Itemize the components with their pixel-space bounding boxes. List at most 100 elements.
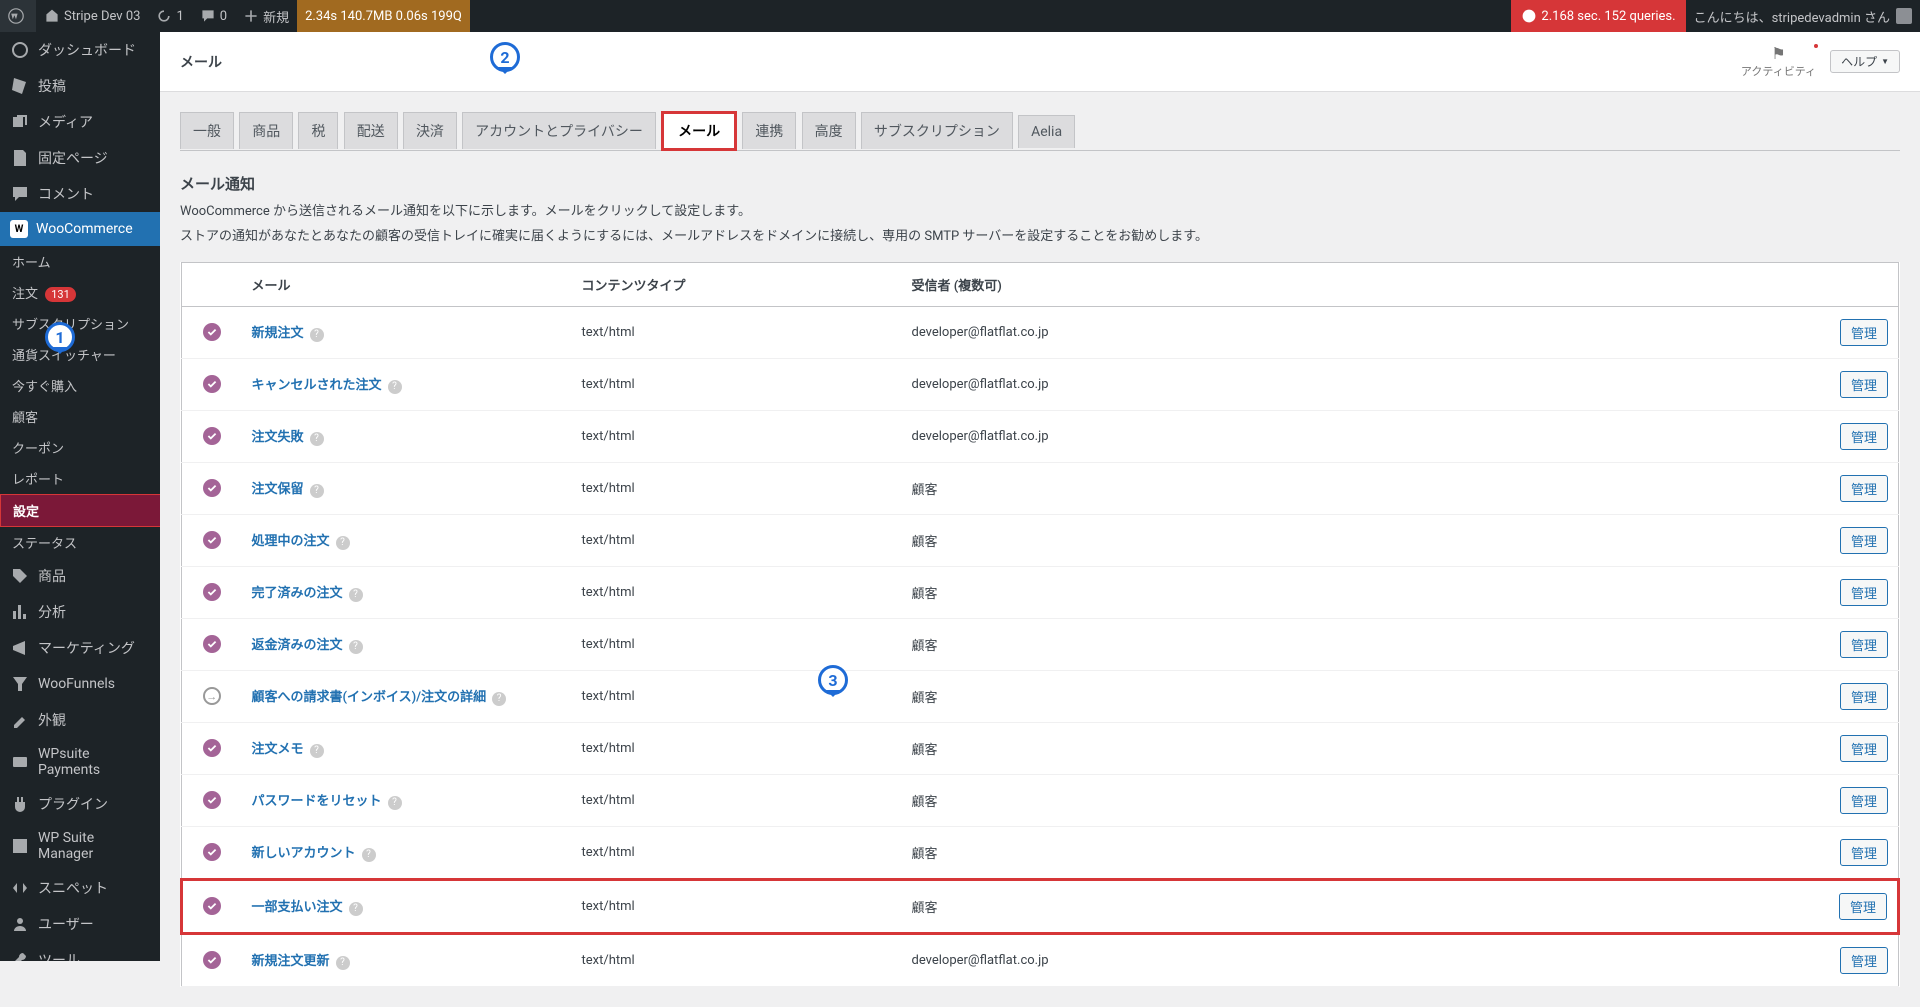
help-tooltip-icon[interactable]: ? — [310, 328, 324, 342]
nav-products[interactable]: 商品 — [0, 558, 160, 594]
account-greeting[interactable]: こんにちは、stripedevadmin さん — [1686, 0, 1920, 32]
nav-tools[interactable]: ツール — [0, 942, 160, 961]
site-name[interactable]: Stripe Dev 03 — [36, 0, 148, 32]
tab-tax[interactable]: 税 — [298, 112, 338, 149]
manage-button[interactable]: 管理 — [1839, 893, 1887, 920]
tab-subscriptions[interactable]: サブスクリプション — [861, 112, 1013, 149]
help-tooltip-icon[interactable]: ? — [388, 796, 402, 810]
nav-wpsuite-payments[interactable]: WPsuite Payments — [0, 738, 160, 786]
email-name-link[interactable]: 注文メモ — [252, 742, 304, 757]
nav-comments[interactable]: コメント — [0, 176, 160, 212]
sub-home[interactable]: ホーム — [0, 246, 160, 277]
email-name-link[interactable]: 返金済みの注文 — [252, 638, 343, 653]
manage-button[interactable]: 管理 — [1840, 735, 1888, 762]
wp-logo[interactable] — [0, 0, 36, 32]
activity-panel[interactable]: ⚑ アクティビティ — [1741, 44, 1816, 79]
query-monitor[interactable]: 2.168 sec. 152 queries. — [1511, 0, 1685, 32]
sub-status[interactable]: ステータス — [0, 527, 160, 558]
tab-products[interactable]: 商品 — [239, 112, 293, 149]
flag-icon: ⚑ — [1741, 44, 1816, 63]
email-name-link[interactable]: 注文保留 — [252, 482, 304, 497]
content-type: text/html — [572, 774, 902, 826]
sub-coupons[interactable]: クーポン — [0, 432, 160, 463]
manage-button[interactable]: 管理 — [1840, 839, 1888, 866]
tab-integration[interactable]: 連携 — [742, 112, 796, 149]
orders-count-badge: 131 — [45, 287, 76, 302]
nav-posts[interactable]: 投稿 — [0, 68, 160, 104]
table-row: パスワードをリセット?text/html顧客管理 — [182, 774, 1899, 826]
email-name-link[interactable]: 注文失敗 — [252, 430, 304, 445]
status-enabled-icon — [203, 583, 221, 601]
help-tooltip-icon[interactable]: ? — [388, 380, 402, 394]
section-desc1: WooCommerce から送信されるメール通知を以下に示します。メールをクリッ… — [180, 202, 1900, 223]
nav-marketing[interactable]: マーケティング — [0, 630, 160, 666]
email-name-link[interactable]: 一部支払い注文 — [252, 900, 343, 915]
sub-subscriptions[interactable]: サブスクリプション — [0, 308, 160, 339]
help-tooltip-icon[interactable]: ? — [349, 902, 363, 916]
tab-emails[interactable]: メール — [661, 111, 737, 151]
tab-payments[interactable]: 決済 — [403, 112, 457, 149]
email-name-link[interactable]: 顧客への請求書(インボイス)/注文の詳細 — [252, 690, 487, 705]
comments[interactable]: 0 — [192, 0, 235, 32]
help-button[interactable]: ヘルプ — [1830, 50, 1900, 73]
manage-button[interactable]: 管理 — [1840, 683, 1888, 710]
status-enabled-icon — [203, 479, 221, 497]
email-name-link[interactable]: 完了済みの注文 — [252, 586, 343, 601]
manage-button[interactable]: 管理 — [1840, 947, 1888, 974]
content-type: text/html — [572, 826, 902, 879]
help-tooltip-icon[interactable]: ? — [336, 956, 350, 970]
nav-media[interactable]: メディア — [0, 104, 160, 140]
help-tooltip-icon[interactable]: ? — [349, 640, 363, 654]
manage-button[interactable]: 管理 — [1840, 579, 1888, 606]
help-tooltip-icon[interactable]: ? — [362, 848, 376, 862]
tab-shipping[interactable]: 配送 — [344, 112, 398, 149]
settings-tabs: 一般 商品 税 配送 決済 アカウントとプライバシー メール 連携 高度 サブス… — [180, 102, 1900, 151]
nav-woofunnels[interactable]: WooFunnels — [0, 666, 160, 702]
th-status — [182, 262, 242, 306]
status-manual-icon: → — [203, 687, 221, 705]
tab-accounts[interactable]: アカウントとプライバシー — [462, 112, 656, 149]
nav-woocommerce[interactable]: WWooCommerce — [0, 212, 160, 246]
nav-users[interactable]: ユーザー — [0, 906, 160, 942]
manage-button[interactable]: 管理 — [1840, 475, 1888, 502]
tab-aelia[interactable]: Aelia — [1018, 115, 1075, 148]
status-enabled-icon — [203, 531, 221, 549]
manage-button[interactable]: 管理 — [1840, 787, 1888, 814]
manage-button[interactable]: 管理 — [1840, 527, 1888, 554]
nav-dashboard[interactable]: ダッシュボード — [0, 32, 160, 68]
manage-button[interactable]: 管理 — [1840, 631, 1888, 658]
email-name-link[interactable]: 新規注文 — [252, 326, 304, 341]
nav-snippets[interactable]: スニペット — [0, 870, 160, 906]
nav-pages[interactable]: 固定ページ — [0, 140, 160, 176]
email-name-link[interactable]: キャンセルされた注文 — [252, 378, 382, 393]
sub-currency[interactable]: 通貨スイッチャー — [0, 339, 160, 370]
help-tooltip-icon[interactable]: ? — [492, 692, 506, 706]
help-tooltip-icon[interactable]: ? — [310, 432, 324, 446]
sub-buynow[interactable]: 今すぐ購入 — [0, 370, 160, 401]
sub-settings[interactable]: 設定 — [0, 494, 160, 527]
email-name-link[interactable]: 新規注文更新 — [252, 954, 330, 969]
tab-advanced[interactable]: 高度 — [802, 112, 856, 149]
manage-button[interactable]: 管理 — [1840, 371, 1888, 398]
email-name-link[interactable]: 処理中の注文 — [252, 534, 330, 549]
nav-wp-suite-manager[interactable]: WP Suite Manager — [0, 822, 160, 870]
perf-stats[interactable]: 2.34s 140.7MB 0.06s 199Q — [297, 0, 470, 32]
sub-customers[interactable]: 顧客 — [0, 401, 160, 432]
help-tooltip-icon[interactable]: ? — [310, 744, 324, 758]
help-tooltip-icon[interactable]: ? — [349, 588, 363, 602]
status-enabled-icon — [203, 791, 221, 809]
updates[interactable]: 1 — [148, 0, 191, 32]
help-tooltip-icon[interactable]: ? — [310, 484, 324, 498]
manage-button[interactable]: 管理 — [1840, 319, 1888, 346]
sub-orders[interactable]: 注文 131 — [0, 277, 160, 308]
sub-reports[interactable]: レポート — [0, 463, 160, 494]
email-name-link[interactable]: 新しいアカウント — [252, 846, 356, 861]
nav-appearance[interactable]: 外観 — [0, 702, 160, 738]
nav-analytics[interactable]: 分析 — [0, 594, 160, 630]
manage-button[interactable]: 管理 — [1840, 423, 1888, 450]
new-content[interactable]: 新規 — [235, 0, 297, 32]
nav-plugins[interactable]: プラグイン — [0, 786, 160, 822]
tab-general[interactable]: 一般 — [180, 112, 234, 149]
help-tooltip-icon[interactable]: ? — [336, 536, 350, 550]
email-name-link[interactable]: パスワードをリセット — [252, 794, 382, 809]
